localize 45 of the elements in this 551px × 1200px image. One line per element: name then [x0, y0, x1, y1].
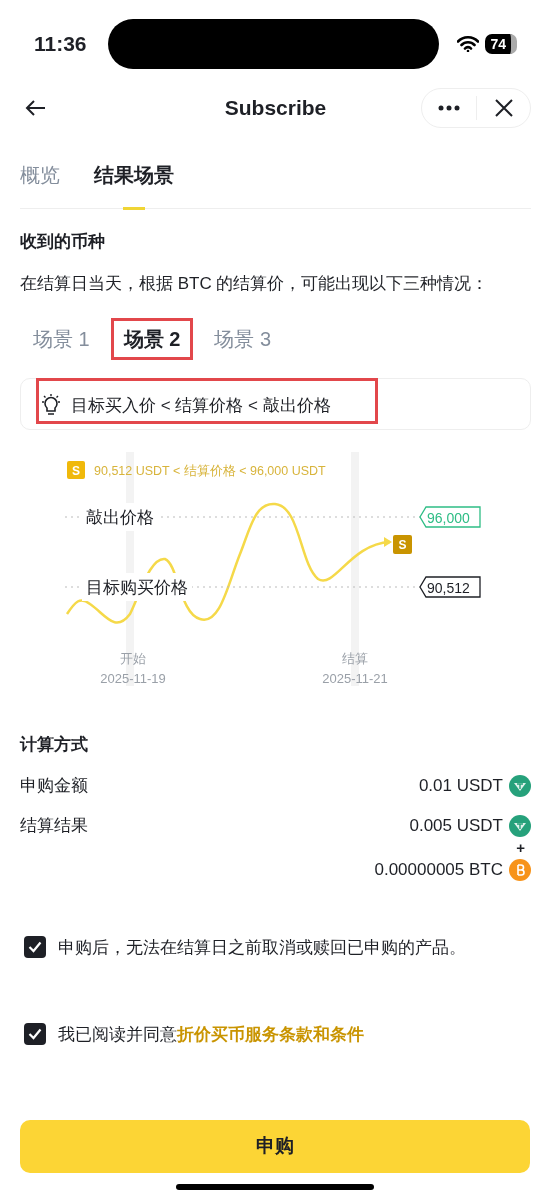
- scenario-tab[interactable]: 场景 2: [110, 317, 194, 360]
- calc-value: 0.01 USDT: [418, 775, 503, 798]
- lightbulb-icon: [41, 394, 61, 417]
- settlement-marker: S: [393, 534, 412, 554]
- wifi-icon: [457, 36, 480, 52]
- checkbox[interactable]: [24, 1023, 46, 1046]
- price-tag: 96,000: [419, 505, 481, 528]
- calc-label: 结算结果: [20, 815, 88, 837]
- close-icon: [494, 99, 513, 117]
- scenario-tab[interactable]: 场景 3: [201, 317, 285, 360]
- section-title: 计算方式: [20, 733, 89, 756]
- price-level-label: 敲出价格: [86, 507, 154, 527]
- more-icon: [438, 105, 460, 111]
- calc-label: 申购金额: [20, 775, 88, 797]
- arrow-head-icon: [384, 536, 392, 547]
- axis-date: 2025-11-19: [100, 670, 166, 686]
- price-tag: 90,512: [419, 575, 481, 598]
- calc-value: 0.005 USDT: [409, 815, 503, 838]
- calc-value: 0.00000005 BTC: [374, 859, 503, 882]
- plus-sign: +: [516, 839, 525, 857]
- description-text: 在结算日当天，根据 BTC 的结算价，可能出现以下三种情况：: [20, 272, 490, 295]
- battery-indicator: 74: [485, 34, 517, 54]
- usdt-coin-icon: [509, 775, 531, 797]
- subscribe-button[interactable]: 申购: [20, 1120, 530, 1173]
- checkbox[interactable]: [24, 936, 46, 959]
- usdt-coin-icon: [509, 815, 531, 837]
- price-level-label: 目标购买价格: [86, 577, 188, 597]
- tab[interactable]: 概览: [20, 160, 60, 209]
- agreement-text: 我已阅读并同意折价买币服务条款和条件: [58, 1023, 364, 1045]
- status-time: 11:36: [34, 31, 87, 58]
- checkmark-icon: [28, 941, 42, 954]
- checkmark-icon: [28, 1028, 42, 1041]
- scenario-tab[interactable]: 场景 1: [20, 317, 103, 360]
- axis-label: 结算: [342, 650, 368, 666]
- axis-label: 开始: [120, 650, 146, 666]
- btc-coin-icon: [509, 859, 531, 881]
- terms-link[interactable]: 折价买币服务条款和条件: [177, 1024, 364, 1043]
- chart-legend: 90,512 USDT < 结算价格 < 96,000 USDT: [94, 463, 326, 478]
- legend-badge: S: [67, 460, 85, 479]
- tab[interactable]: 结果场景: [94, 160, 174, 209]
- axis-date: 2025-11-21: [322, 670, 388, 686]
- agreement-text: 申购后，无法在结算日之前取消或赎回已申购的产品。: [58, 937, 466, 958]
- tip-text: 目标买入价 < 结算价格 < 敲出价格: [71, 394, 331, 417]
- section-title: 收到的币种: [20, 231, 106, 253]
- page-title: Subscribe: [224, 95, 327, 122]
